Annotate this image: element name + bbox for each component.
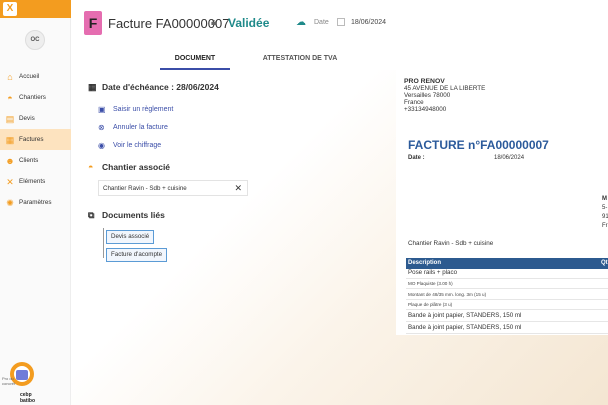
payment-icon: ▣ (98, 104, 106, 114)
documents-title: ⧉ Documents liés (88, 209, 165, 221)
invoice-date-value: 18/06/2024 (494, 155, 525, 161)
table-header: Description Qt (406, 258, 608, 269)
hardhat-icon: ◓ (7, 92, 13, 103)
sidebar-item-label: Chantiers (19, 94, 46, 101)
table-row: Plaque de plâtre (3 u) (406, 300, 608, 310)
invoice-preview: PRO RENOV 45 AVENUE DE LA LIBERTE Versai… (396, 70, 608, 335)
cloud-synced-icon: ☁ (296, 17, 306, 28)
sidebar-item-elements[interactable]: ✕ Eléments (0, 171, 71, 192)
table-row: Montant de 48/35 mm. long. 3m (15 u) (406, 289, 608, 300)
avatar[interactable]: OC (25, 30, 45, 50)
cancel-circle-icon: ⊗ (98, 122, 105, 132)
chantier-field[interactable]: Chantier Ravin - Sdb + cuisine ✕ (98, 180, 248, 196)
invoice-chantier: Chantier Ravin - Sdb + cuisine (408, 240, 494, 247)
table-row: MO Plaquiste (3.00 h) (406, 279, 608, 289)
partner-badge[interactable]: Pro du concrét cebp batibo (2, 362, 42, 404)
tab-document[interactable]: DOCUMENT (160, 50, 230, 70)
badge-text: Pro du concrét (2, 376, 16, 386)
client-address: M 5- 91 Fr (602, 196, 608, 229)
invoice-title: FACTURE n°FA00000007 (408, 138, 549, 152)
logo-icon: X (3, 2, 17, 16)
sidebar-item-label: Factures (19, 136, 44, 143)
sidebar-nav: ⌂ Accueil ◓ Chantiers ▤ Devis ▦ Factures… (0, 66, 71, 213)
voir-chiffrage-link[interactable]: ◉ Voir le chiffrage (88, 136, 258, 154)
tab-bar: DOCUMENT ATTESTATION DE TVA (160, 50, 440, 70)
left-panel: ▦ Date d'échéance : 28/06/2024 ▣ Saisir … (88, 80, 258, 266)
sidebar-item-factures[interactable]: ▦ Factures (0, 129, 71, 150)
sidebar-item-chantiers[interactable]: ◓ Chantiers (0, 87, 71, 108)
date-label: Date (314, 19, 329, 26)
chantier-title: ◓ Chantier associé (88, 162, 171, 172)
invoice-icon: ▦ (5, 134, 15, 145)
date-value: 18/06/2024 (351, 19, 387, 26)
sidebar-item-label: Eléments (19, 178, 46, 185)
sidebar-item-accueil[interactable]: ⌂ Accueil (0, 66, 71, 87)
link-icon: ⧉ (88, 209, 95, 220)
calendar-icon: ▦ (88, 81, 97, 92)
sidebar-item-label: Devis (19, 115, 35, 122)
status-badge: Validée (228, 16, 270, 30)
users-icon: ☻ (5, 155, 15, 166)
quote-icon: ▤ (5, 113, 15, 124)
facture-acompte-chip[interactable]: Facture d'acompte (106, 248, 168, 262)
partner-logo-icon (16, 370, 28, 380)
sidebar-item-parametres[interactable]: ✺ Paramètres (0, 192, 71, 213)
calendar-icon (337, 18, 345, 26)
annuler-facture-link[interactable]: ⊗ Annuler la facture (88, 118, 258, 136)
tab-attestation-tva[interactable]: ATTESTATION DE TVA (240, 50, 360, 70)
eye-icon: ◉ (98, 140, 105, 150)
gear-icon: ✺ (6, 197, 14, 208)
saisir-reglement-link[interactable]: ▣ Saisir un règlement (88, 100, 258, 118)
sidebar: X OC ⌂ Accueil ◓ Chantiers ▤ Devis ▦ Fac… (0, 0, 71, 405)
sidebar-item-clients[interactable]: ☻ Clients (0, 150, 71, 171)
company-block: PRO RENOV 45 AVENUE DE LA LIBERTE Versai… (404, 78, 486, 113)
invoice-lines: Pose rails + placo MO Plaquiste (3.00 h)… (406, 269, 608, 334)
table-row: Bande à joint papier, STANDERS, 150 ml (406, 310, 608, 322)
sidebar-item-label: Clients (19, 157, 39, 164)
devis-associe-chip[interactable]: Devis associé (106, 230, 155, 244)
app-logo[interactable]: X (0, 0, 71, 18)
echeance-title: ▦ Date d'échéance : 28/06/2024 (88, 81, 219, 93)
badge-brand: cebp batibo (20, 392, 35, 404)
document-type-icon: F (84, 11, 102, 35)
page-header: F Facture FA00000007 🔒︎ Validée ☁ Date 1… (71, 0, 608, 46)
home-icon: ⌂ (7, 71, 13, 82)
sidebar-item-label: Accueil (19, 73, 40, 80)
sidebar-item-devis[interactable]: ▤ Devis (0, 108, 71, 129)
close-icon[interactable]: ✕ (234, 183, 242, 194)
lock-icon: 🔒︎ (211, 17, 217, 28)
sidebar-item-label: Paramètres (19, 199, 52, 206)
linked-documents: Devis associé Facture d'acompte (103, 228, 258, 266)
invoice-date-label: Date : (408, 155, 425, 161)
hardhat-icon: ◓ (88, 162, 94, 172)
table-row: Pose rails + placo (406, 269, 608, 279)
table-row: Bande à joint papier, STANDERS, 150 ml (406, 322, 608, 334)
tools-icon: ✕ (6, 176, 14, 187)
